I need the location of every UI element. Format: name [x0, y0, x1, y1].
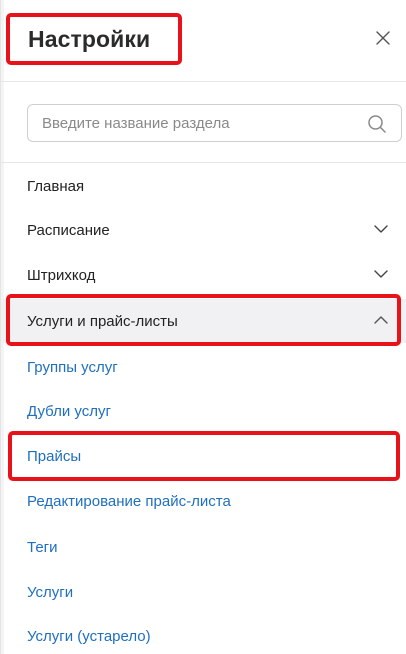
- search-box[interactable]: [27, 104, 402, 142]
- sub-item-label: Группы услуг: [27, 358, 118, 376]
- menu-item-services-pricelists[interactable]: Услуги и прайс-листы: [1, 299, 406, 343]
- sub-item-label: Прайсы: [27, 447, 82, 465]
- chevron-down-icon: [374, 270, 388, 278]
- sub-item-service-duplicates[interactable]: Дубли услуг: [1, 389, 406, 433]
- chevron-up-icon: [374, 316, 388, 324]
- sub-item-label: Дубли услуг: [27, 402, 111, 420]
- sub-item-label: Услуги: [27, 583, 74, 601]
- title-highlight: Настройки: [6, 13, 182, 65]
- sub-item-services-deprecated[interactable]: Услуги (устарело): [1, 614, 406, 654]
- sub-item-tags[interactable]: Теги: [1, 525, 406, 569]
- menu-item-label: Расписание: [27, 221, 110, 239]
- menu-item-label: Штрихкод: [27, 266, 96, 284]
- sub-item-label: Теги: [27, 538, 58, 556]
- sub-item-service-groups[interactable]: Группы услуг: [1, 345, 406, 389]
- search-input[interactable]: [42, 114, 352, 132]
- menu-item-main[interactable]: Главная: [1, 164, 406, 208]
- sub-item-services[interactable]: Услуги: [1, 570, 406, 614]
- settings-panel: Настройки Главная Расписание Штрихкод Ус…: [0, 0, 406, 654]
- sub-item-prices[interactable]: Прайсы: [1, 434, 406, 478]
- chevron-down-icon: [374, 225, 388, 233]
- sub-item-label: Услуги (устарело): [27, 627, 151, 645]
- menu-item-schedule[interactable]: Расписание: [1, 208, 406, 252]
- close-icon[interactable]: [376, 31, 390, 45]
- divider: [1, 162, 406, 163]
- sub-item-label: Редактирование прайс-листа: [27, 492, 231, 510]
- menu-item-label: Услуги и прайс-листы: [27, 312, 178, 330]
- menu-item-label: Главная: [27, 177, 85, 195]
- page-title: Настройки: [28, 25, 151, 52]
- menu-item-barcode[interactable]: Штрихкод: [1, 253, 406, 297]
- sub-item-edit-pricelist[interactable]: Редактирование прайс-листа: [1, 479, 406, 523]
- panel-header: Настройки: [1, 0, 406, 82]
- close-button[interactable]: [371, 26, 395, 50]
- search-icon[interactable]: [367, 114, 387, 134]
